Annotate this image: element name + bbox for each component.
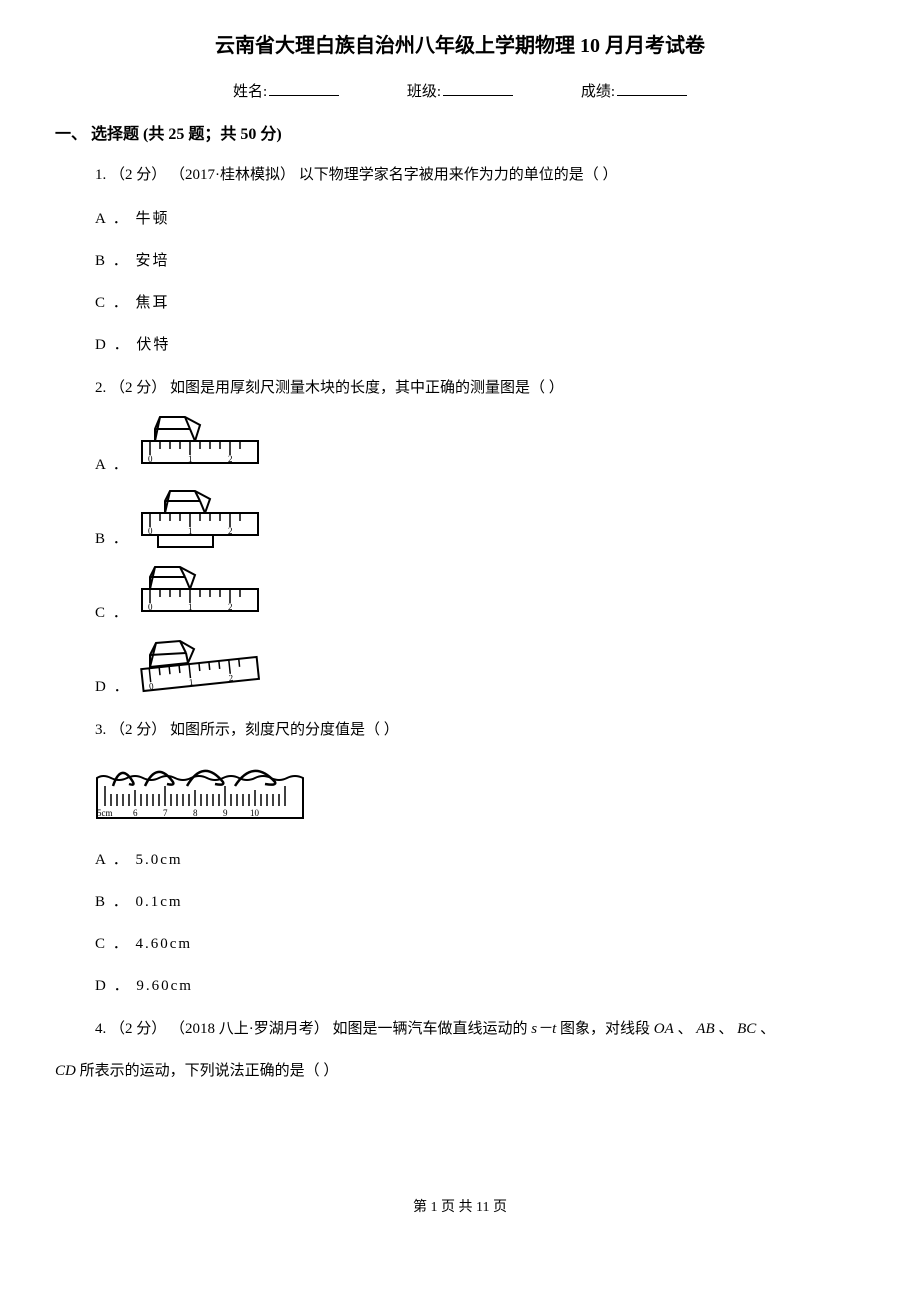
seg-oa: OA bbox=[654, 1021, 674, 1037]
q1-option-c: C ． 焦耳 bbox=[95, 285, 865, 321]
q3-option-b: B ． 0.1cm bbox=[95, 884, 865, 920]
meta-row: 姓名: 班级: 成绩: bbox=[55, 80, 865, 104]
svg-text:5cm: 5cm bbox=[97, 808, 113, 818]
ruler-scale-icon: 5cm 6 7 8 9 10 bbox=[95, 756, 865, 834]
q2-stem: 2. （2 分） 如图是用厚刻尺测量木块的长度，其中正确的测量图是（ ） bbox=[95, 373, 865, 405]
q2-option-c: C ． 012 bbox=[95, 563, 865, 631]
ruler-diagram-b-icon: 012 bbox=[140, 489, 260, 563]
svg-text:0: 0 bbox=[148, 602, 153, 612]
q4-stem: 4. （2 分） （2018 八上·罗湖月考） 如图是一辆汽车做直线运动的 s－… bbox=[95, 1014, 865, 1046]
svg-text:9: 9 bbox=[223, 808, 228, 818]
section-heading: 一、 选择题 (共 25 题；共 50 分) bbox=[55, 122, 865, 148]
ruler-diagram-a-icon: 0 1 2 bbox=[140, 415, 260, 489]
name-label: 姓名: bbox=[233, 84, 267, 100]
seg-ab: AB bbox=[696, 1021, 714, 1037]
svg-text:0: 0 bbox=[149, 680, 155, 690]
svg-text:1: 1 bbox=[188, 454, 193, 464]
svg-text:2: 2 bbox=[228, 602, 233, 612]
svg-text:7: 7 bbox=[163, 808, 168, 818]
svg-text:10: 10 bbox=[250, 808, 260, 818]
seg-bc: BC bbox=[737, 1021, 756, 1037]
math-s-t: s－t bbox=[531, 1021, 556, 1037]
q3-option-d: D ． 9.60cm bbox=[95, 968, 865, 1004]
ruler-diagram-c-icon: 0 1 2 bbox=[140, 563, 260, 637]
seg-cd: CD bbox=[55, 1063, 76, 1079]
svg-text:6: 6 bbox=[133, 808, 138, 818]
page-footer: 第 1 页 共 11 页 bbox=[55, 1197, 865, 1219]
q1-option-a: A ． 牛顿 bbox=[95, 201, 865, 237]
page-total: 11 bbox=[476, 1200, 489, 1215]
q1-option-b: B ． 安培 bbox=[95, 243, 865, 279]
page-title: 云南省大理白族自治州八年级上学期物理 10 月月考试卷 bbox=[55, 30, 865, 62]
q3-stem: 3. （2 分） 如图所示，刻度尺的分度值是（ ） bbox=[95, 715, 865, 747]
score-label: 成绩: bbox=[581, 84, 615, 100]
q4-stem-cont: CD 所表示的运动，下列说法正确的是（ ） bbox=[55, 1056, 865, 1088]
q1-stem: 1. （2 分） （2017·桂林模拟） 以下物理学家名字被用来作为力的单位的是… bbox=[95, 160, 865, 192]
q2-option-b: B ． 012 bbox=[95, 489, 865, 557]
svg-text:0: 0 bbox=[148, 526, 153, 536]
svg-text:8: 8 bbox=[193, 808, 198, 818]
svg-text:2: 2 bbox=[228, 526, 233, 536]
name-blank bbox=[269, 95, 339, 96]
q3-option-c: C ． 4.60cm bbox=[95, 926, 865, 962]
ruler-diagram-d-icon: 0 1 2 bbox=[140, 637, 265, 711]
svg-text:2: 2 bbox=[229, 672, 235, 682]
q2-option-d: D ． 012 bbox=[95, 637, 865, 705]
svg-text:1: 1 bbox=[189, 676, 195, 686]
class-blank bbox=[443, 95, 513, 96]
q3-option-a: A ． 5.0cm bbox=[95, 842, 865, 878]
q1-option-d: D ． 伏特 bbox=[95, 327, 865, 363]
page-current: 1 bbox=[431, 1200, 438, 1215]
svg-text:0: 0 bbox=[148, 454, 153, 464]
score-blank bbox=[617, 95, 687, 96]
svg-text:1: 1 bbox=[188, 602, 193, 612]
q2-option-a: A ． 012 bbox=[95, 415, 865, 483]
svg-text:2: 2 bbox=[228, 454, 233, 464]
class-label: 班级: bbox=[407, 84, 441, 100]
